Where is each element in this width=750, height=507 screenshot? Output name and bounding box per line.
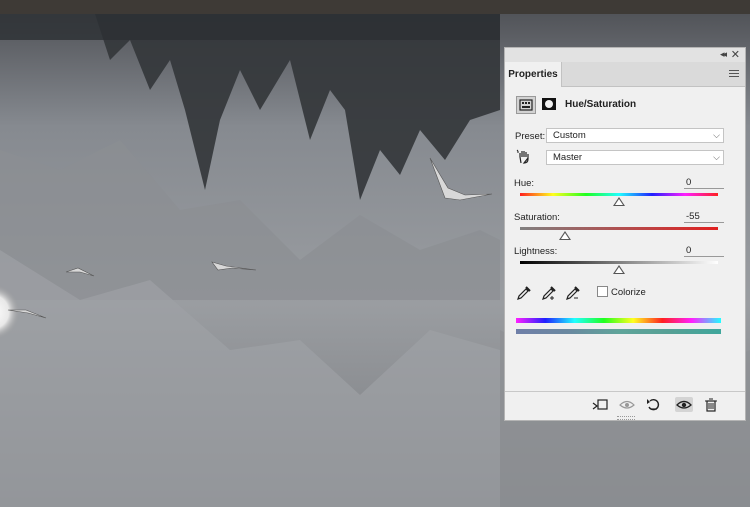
lightness-value-field[interactable]: 0 xyxy=(684,245,724,257)
properties-panel: ◂◂ ✕ Properties Hue/Saturation Preset: C… xyxy=(504,47,746,421)
tab-properties-label: Properties xyxy=(508,69,558,80)
input-spectrum-bar xyxy=(516,318,721,323)
lightness-label: Lightness: xyxy=(514,246,558,257)
saturation-slider-thumb[interactable] xyxy=(558,231,571,240)
saturation-value-field[interactable]: -55 xyxy=(684,211,724,223)
tab-properties[interactable]: Properties xyxy=(505,62,562,87)
visibility-eye-icon[interactable] xyxy=(675,397,693,412)
close-icon[interactable]: ✕ xyxy=(731,48,740,61)
preset-value: Custom xyxy=(553,130,586,141)
panel-resize-grip[interactable] xyxy=(617,416,635,420)
hue-slider-track[interactable] xyxy=(520,193,718,196)
chevron-down-icon: ⌵ xyxy=(713,152,720,162)
channel-select[interactable]: Master ⌵ xyxy=(546,150,724,165)
colorize-checkbox[interactable] xyxy=(597,286,608,297)
saturation-label: Saturation: xyxy=(514,212,560,223)
hue-slider-thumb[interactable] xyxy=(613,197,625,206)
clip-to-layer-icon[interactable] xyxy=(591,397,609,412)
adjustment-layer-icon[interactable] xyxy=(516,96,536,114)
lightness-slider-track[interactable] xyxy=(520,261,718,264)
colorize-label: Colorize xyxy=(611,287,646,298)
saturation-slider-track[interactable] xyxy=(520,227,718,230)
collapse-icon[interactable]: ◂◂ xyxy=(720,49,727,60)
targeted-adjust-hand-icon[interactable] xyxy=(516,149,532,165)
panel-menu-icon[interactable] xyxy=(729,70,739,78)
view-previous-icon[interactable] xyxy=(618,397,636,412)
eyedropper-subtract-icon[interactable] xyxy=(565,285,581,301)
chevron-down-icon: ⌵ xyxy=(713,130,720,140)
lightness-slider-thumb[interactable] xyxy=(613,265,625,274)
adjustment-title: Hue/Saturation xyxy=(565,99,637,110)
eyedropper-add-icon[interactable] xyxy=(541,285,557,301)
hue-value-field[interactable]: 0 xyxy=(684,177,724,189)
output-spectrum-bar xyxy=(516,329,721,334)
preset-label: Preset: xyxy=(515,131,546,142)
preset-select[interactable]: Custom ⌵ xyxy=(546,128,724,143)
eyedropper-icon[interactable] xyxy=(516,285,532,301)
panel-tab-bar: Properties xyxy=(505,62,745,87)
trash-icon[interactable] xyxy=(702,397,720,412)
panel-title-strip: ◂◂ ✕ xyxy=(505,48,745,62)
hue-label: Hue: xyxy=(514,178,535,189)
layer-mask-icon[interactable] xyxy=(540,96,560,114)
channel-value: Master xyxy=(553,152,583,163)
reset-icon[interactable] xyxy=(645,397,663,412)
panel-footer xyxy=(505,391,745,418)
